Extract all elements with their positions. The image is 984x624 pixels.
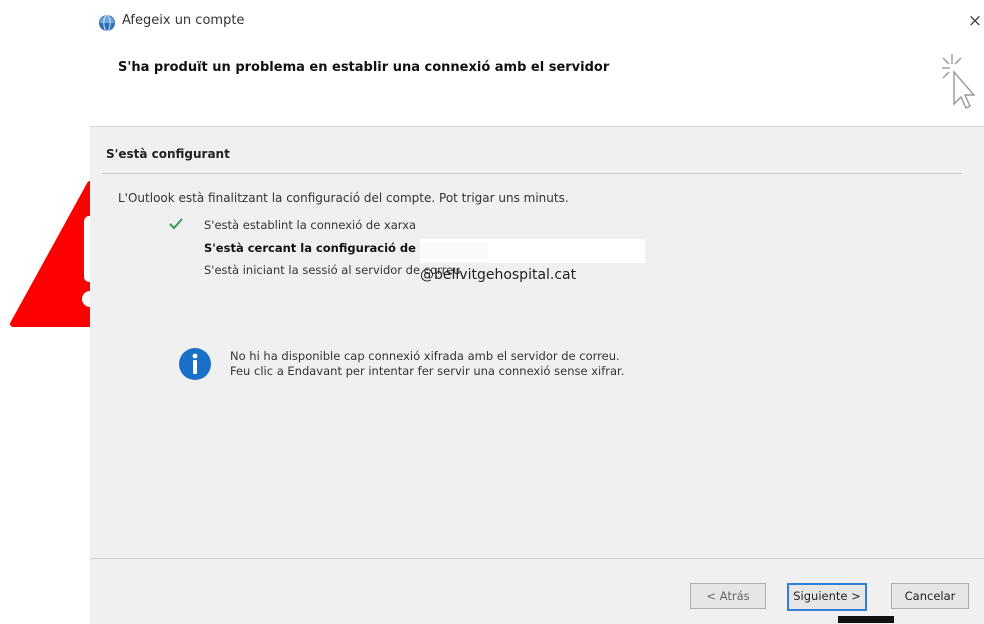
section-title: S'està configurant [106,147,230,161]
cancel-button[interactable]: Cancelar [891,583,969,609]
outlook-globe-icon [99,14,115,32]
info-message: No hi ha disponible cap connexió xifrada… [230,349,624,379]
divider [102,173,962,174]
back-button[interactable]: < Atrás [690,583,766,609]
email-address: @bellvitgehospital.cat [420,239,645,283]
dialog-header: S'ha produït un problema en establir una… [90,44,984,124]
configuration-panel: S'està configurant L'Outlook està finali… [90,126,984,559]
add-account-dialog: Afegeix un compte × S'ha produït un prob… [90,0,984,624]
window-title: Afegeix un compte [122,13,245,28]
redacted-username [420,243,488,259]
intro-text: L'Outlook està finalitzant la configurac… [118,191,569,205]
info-line-2: Feu clic a Endavant per intentar fer ser… [230,364,625,378]
step-searching-config: S'està cercant la configuració de [204,241,416,255]
check-icon [169,218,183,230]
page-title: S'ha produït un problema en establir una… [118,60,610,75]
info-line-1: No hi ha disponible cap connexió xifrada… [230,349,620,363]
step-network: S'està establint la connexió de xarxa [204,218,417,232]
sparkle-cursor-icon [942,54,976,109]
email-domain: @bellvitgehospital.cat [420,267,577,283]
next-button[interactable]: Siguiente > [787,583,867,611]
info-icon [179,348,211,380]
dialog-footer: < Atrás Siguiente > Cancelar [90,558,984,624]
title-bar: Afegeix un compte × [90,0,984,44]
close-button[interactable]: × [966,10,984,32]
window-edge [838,616,894,623]
